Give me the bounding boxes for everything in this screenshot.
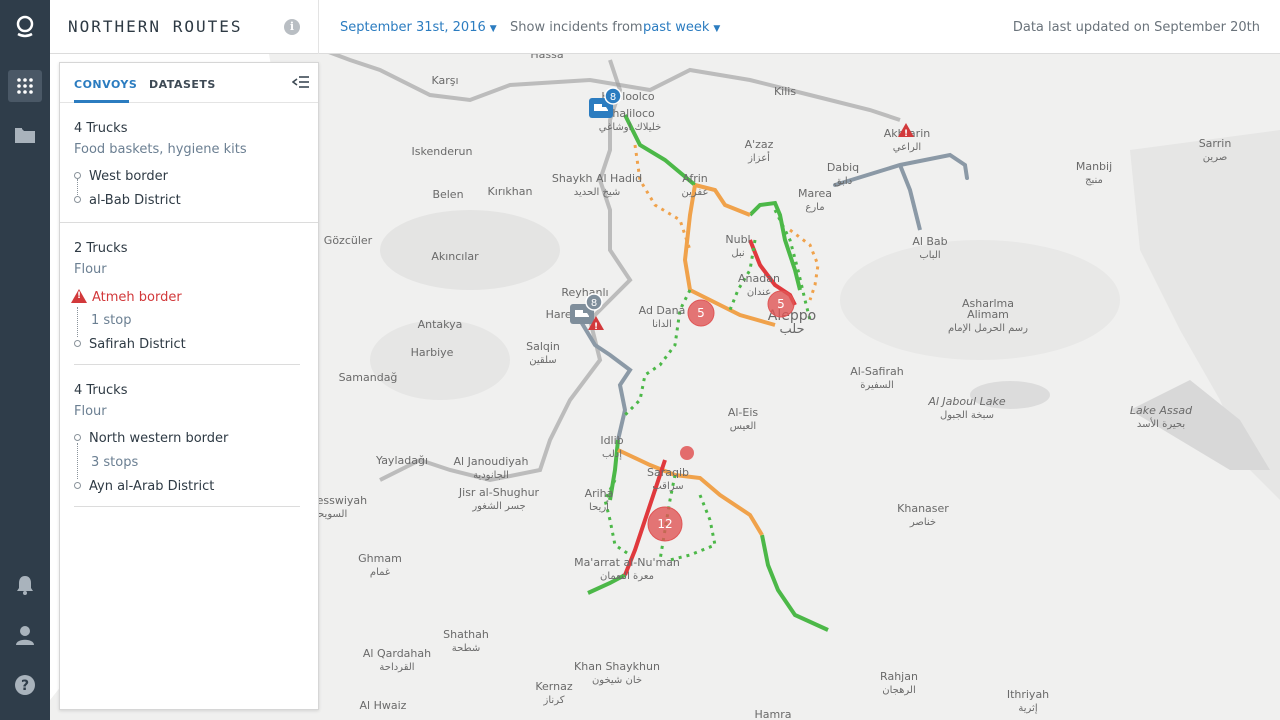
convoy-destination: Ayn al-Arab District xyxy=(74,479,214,494)
date-filter[interactable]: September 31st, 2016 ▼ xyxy=(340,20,497,35)
convoy-trucks: 4 Trucks xyxy=(74,121,128,136)
svg-text:!: ! xyxy=(594,322,598,332)
convoy-origin: West border xyxy=(74,169,168,184)
incident-marker[interactable] xyxy=(680,446,694,460)
warning-icon xyxy=(71,289,87,303)
convoy-marker[interactable]: 8 xyxy=(589,87,622,118)
svg-text:5: 5 xyxy=(777,297,785,311)
top-bar: NORTHERN ROUTES i September 31st, 2016 ▼ … xyxy=(50,0,1280,54)
stop-dot-icon xyxy=(74,172,81,179)
user-icon[interactable] xyxy=(0,615,50,655)
last-updated-text: Data last updated on September 20th xyxy=(1012,20,1260,35)
date-filter-label: September 31st, 2016 xyxy=(340,20,486,35)
stop-dot-icon xyxy=(74,434,81,441)
convoy-stops: 1 stop xyxy=(91,313,132,328)
convoy-origin: Atmeh border xyxy=(71,289,182,305)
separator xyxy=(74,506,300,507)
convoy-item[interactable]: 4 Trucks Food baskets, hygiene kits West… xyxy=(60,103,318,223)
incident-cluster-marker[interactable]: 5 xyxy=(687,299,715,327)
help-icon[interactable]: ? xyxy=(0,665,50,705)
route-connector xyxy=(77,443,78,479)
convoy-panel: CONVOYS DATASETS 4 Trucks Food baskets, … xyxy=(59,62,319,710)
stop-dot-icon xyxy=(74,482,81,489)
svg-text:8: 8 xyxy=(610,92,616,103)
convoy-trucks: 2 Trucks xyxy=(74,241,128,256)
convoy-item[interactable]: 2 Trucks Flour Atmeh border 1 stop Safir… xyxy=(60,223,318,363)
grid-icon[interactable] xyxy=(8,70,42,102)
route-connector xyxy=(77,307,78,337)
warning-icon[interactable]: ! xyxy=(898,123,914,139)
svg-text:!: ! xyxy=(904,129,908,139)
svg-text:?: ? xyxy=(21,678,29,694)
stop-dot-icon xyxy=(74,340,81,347)
convoy-cargo: Flour xyxy=(74,262,107,277)
chevron-down-icon: ▼ xyxy=(713,24,721,34)
svg-text:8: 8 xyxy=(591,298,597,309)
convoy-item[interactable]: 4 Trucks Flour North western border 3 st… xyxy=(60,365,318,505)
svg-text:5: 5 xyxy=(697,306,705,320)
logo-icon[interactable] xyxy=(0,6,50,46)
bell-icon[interactable] xyxy=(0,565,50,605)
convoy-cargo: Food baskets, hygiene kits xyxy=(74,142,247,157)
info-icon[interactable]: i xyxy=(284,19,300,35)
folder-icon[interactable] xyxy=(0,115,50,155)
convoy-cargo: Flour xyxy=(74,404,107,419)
chevron-down-icon: ▼ xyxy=(489,24,497,34)
convoy-trucks: 4 Trucks xyxy=(74,383,128,398)
stop-dot-icon xyxy=(74,196,81,203)
tab-datasets[interactable]: DATASETS xyxy=(149,78,216,91)
incidents-filter[interactable]: past week ▼ xyxy=(643,20,720,35)
incident-cluster-marker[interactable]: 5 xyxy=(767,290,795,318)
collapse-panel-icon[interactable] xyxy=(291,75,310,89)
side-rail: ? xyxy=(0,0,50,720)
convoy-origin: North western border xyxy=(74,431,228,446)
convoy-destination: al-Bab District xyxy=(74,193,181,208)
incidents-label: Show incidents from xyxy=(510,20,643,35)
divider xyxy=(318,0,319,54)
convoy-destination: Safirah District xyxy=(74,337,186,352)
app-title: NORTHERN ROUTES xyxy=(68,17,243,36)
incident-cluster-marker[interactable]: 12 xyxy=(647,506,683,542)
svg-text:12: 12 xyxy=(657,517,672,531)
convoy-stops: 3 stops xyxy=(91,455,139,470)
incidents-filter-label: past week xyxy=(643,20,710,35)
panel-tabs: CONVOYS DATASETS xyxy=(60,63,318,103)
tab-convoys[interactable]: CONVOYS xyxy=(74,78,137,91)
